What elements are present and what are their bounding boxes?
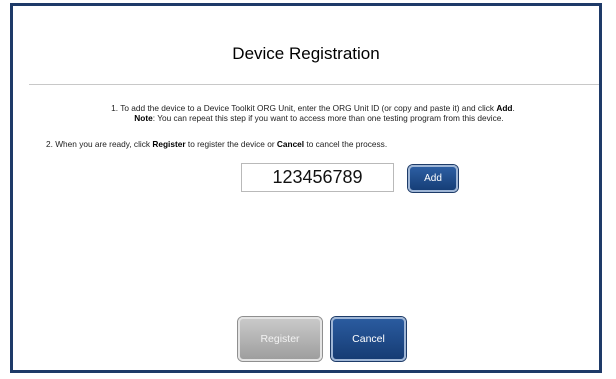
cancel-button[interactable]: Cancel bbox=[331, 317, 406, 361]
step2-register-keyword: Register bbox=[152, 139, 186, 149]
org-unit-id-input[interactable] bbox=[241, 163, 394, 192]
step1-end: . bbox=[512, 103, 515, 113]
dialog-title: Device Registration bbox=[232, 44, 380, 63]
step2-text: 2. When you are ready, click bbox=[46, 139, 153, 149]
instruction-step-1: 1. To add the device to a Device Toolkit… bbox=[33, 103, 593, 123]
step2-mid: to register the device or bbox=[185, 139, 277, 149]
add-button[interactable]: Add bbox=[408, 165, 458, 192]
step2-cancel-keyword: Cancel bbox=[276, 139, 305, 149]
note-label: Note bbox=[134, 113, 153, 123]
step1-text: 1. To add the device to a Device Toolkit… bbox=[111, 103, 497, 113]
registration-dialog: Device Registration 1. To add the device… bbox=[10, 3, 602, 373]
title-divider bbox=[29, 84, 599, 85]
note-text: : You can repeat this step if you want t… bbox=[152, 113, 504, 123]
step1-add-keyword: Add bbox=[496, 103, 513, 113]
step2-end: to cancel the process. bbox=[304, 139, 388, 149]
instruction-step-2: 2. When you are ready, click Register to… bbox=[46, 139, 387, 149]
register-button[interactable]: Register bbox=[238, 317, 322, 361]
